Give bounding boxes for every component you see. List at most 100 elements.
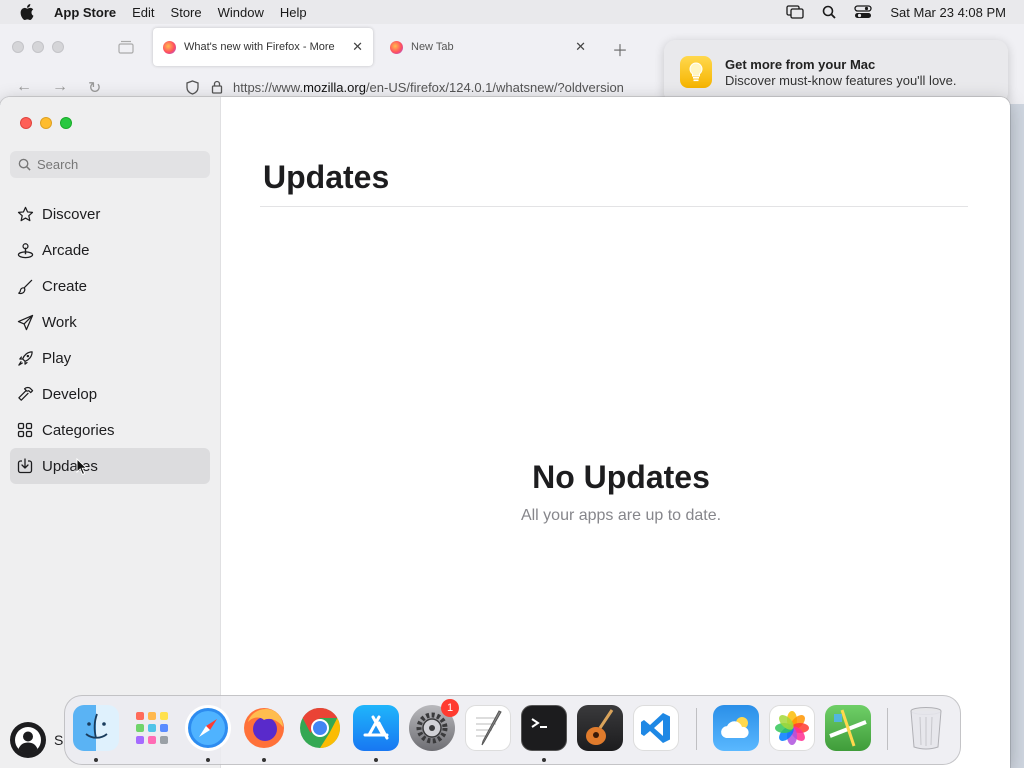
dock-separator [696, 708, 697, 750]
page-title: Updates [263, 159, 390, 195]
dock-garageband[interactable] [577, 705, 623, 751]
firefox-close-button[interactable] [12, 41, 24, 53]
running-indicator [374, 758, 378, 762]
sidebar-nav: Discover Arcade Create Work Play Develop [10, 196, 210, 484]
empty-state-title: No Updates [532, 459, 710, 495]
dock-vscode[interactable] [633, 705, 679, 751]
firefox-favicon-icon [163, 40, 176, 54]
close-button[interactable] [20, 117, 32, 129]
search-icon [18, 158, 31, 171]
dock-finder[interactable] [73, 705, 119, 751]
apple-icon [20, 4, 34, 20]
photos-flower-icon [775, 711, 809, 745]
launchpad-icon [136, 712, 168, 744]
notification-banner[interactable]: Get more from your Mac Discover must-kno… [664, 40, 1008, 104]
sidebar-item-play[interactable]: Play [10, 340, 210, 376]
back-arrow-icon[interactable]: ← [16, 78, 32, 96]
sidebar-item-label: Updates [42, 457, 98, 475]
dock-textedit[interactable] [465, 705, 511, 751]
sidebar-item-create[interactable]: Create [10, 268, 210, 304]
menu-app-name[interactable]: App Store [54, 5, 124, 20]
sidebar-item-updates[interactable]: Updates [10, 448, 210, 484]
forward-arrow-icon[interactable]: → [52, 78, 68, 96]
menu-bar: App Store Edit Store Window Help Sat Mar… [0, 0, 1024, 24]
running-indicator [542, 758, 546, 762]
spotlight-search-icon[interactable] [822, 5, 837, 19]
textedit-pen-icon [476, 710, 502, 746]
rocket-icon [16, 349, 34, 367]
firefox-tab-title: New Tab [411, 41, 454, 53]
running-indicator [262, 758, 266, 762]
notification-badge: 1 [441, 699, 459, 717]
firefox-minimize-button[interactable] [32, 41, 44, 53]
firefox-tab-newtab[interactable]: New Tab ✕ [380, 28, 596, 66]
account-label: S [54, 732, 64, 748]
download-icon [16, 457, 34, 475]
account-button[interactable]: S [10, 722, 63, 758]
firefox-zoom-button[interactable] [52, 41, 64, 53]
running-indicator [94, 758, 98, 762]
dock-firefox[interactable] [241, 705, 287, 751]
title-divider [260, 206, 968, 207]
dock-safari[interactable] [185, 705, 231, 751]
paintbrush-icon [16, 277, 34, 295]
sidebar-item-label: Categories [42, 421, 115, 439]
star-icon [16, 205, 34, 223]
control-center-icon[interactable] [854, 5, 873, 19]
url-prefix: https://www. [233, 79, 304, 95]
dock-trash[interactable] [903, 705, 949, 751]
firefox-tab-title: What's new with Firefox - More [184, 41, 335, 53]
dock-weather[interactable] [713, 705, 759, 751]
guitar-icon [586, 709, 614, 745]
search-field[interactable] [10, 151, 210, 178]
avatar [10, 722, 46, 758]
close-tab-icon[interactable]: ✕ [352, 39, 363, 55]
main-content: Updates No Updates All your apps are up … [221, 97, 1010, 768]
dock-terminal[interactable] [521, 705, 567, 751]
screen-mirroring-icon[interactable] [786, 5, 805, 19]
dock-system-settings[interactable]: 1 [409, 699, 459, 751]
dock-photos[interactable] [769, 705, 815, 751]
dock-chrome[interactable] [297, 705, 343, 751]
sidebar-item-work[interactable]: Work [10, 304, 210, 340]
dock-launchpad[interactable] [129, 705, 175, 751]
app-store-window: Discover Arcade Create Work Play Develop [0, 97, 1010, 768]
dock-separator [887, 708, 888, 750]
menu-edit[interactable]: Edit [124, 5, 162, 20]
menu-store[interactable]: Store [163, 5, 210, 20]
window-controls [20, 117, 72, 129]
search-input[interactable] [37, 157, 207, 172]
menu-window[interactable]: Window [210, 5, 272, 20]
zoom-button[interactable] [60, 117, 72, 129]
hammer-icon [16, 385, 34, 403]
safari-compass-icon [188, 708, 228, 748]
reload-icon[interactable]: ↻ [88, 78, 101, 98]
close-tab-icon[interactable]: ✕ [575, 39, 586, 55]
running-indicator [206, 758, 210, 762]
sidebar-item-label: Discover [42, 205, 101, 223]
tab-overview-icon[interactable] [118, 40, 134, 54]
sidebar-item-develop[interactable]: Develop [10, 376, 210, 412]
dock-maps[interactable] [825, 705, 871, 751]
sidebar-item-label: Develop [42, 385, 98, 403]
sidebar-item-arcade[interactable]: Arcade [10, 232, 210, 268]
weather-cloud-icon [721, 717, 749, 738]
finder-icon [85, 713, 108, 739]
tracking-shield-icon[interactable] [186, 79, 199, 95]
lock-icon[interactable] [211, 80, 223, 94]
apple-menu[interactable] [0, 4, 54, 20]
menubar-clock[interactable]: Sat Mar 23 4:08 PM [890, 5, 1006, 20]
sidebar-item-discover[interactable]: Discover [10, 196, 210, 232]
new-tab-plus-icon[interactable]: ＋ [612, 37, 628, 61]
notification-body: Discover must-know features you'll love. [725, 72, 957, 88]
mouse-cursor-icon [76, 458, 88, 476]
sidebar-item-categories[interactable]: Categories [10, 412, 210, 448]
dock-app-store[interactable] [353, 705, 399, 751]
sidebar-item-label: Create [42, 277, 88, 295]
chrome-icon [300, 708, 340, 748]
menu-help[interactable]: Help [272, 5, 315, 20]
sidebar-item-label: Work [42, 313, 77, 331]
dock: 1 [64, 695, 961, 765]
firefox-tab-whatsnew[interactable]: What's new with Firefox - More ✕ [153, 28, 373, 66]
minimize-button[interactable] [40, 117, 52, 129]
